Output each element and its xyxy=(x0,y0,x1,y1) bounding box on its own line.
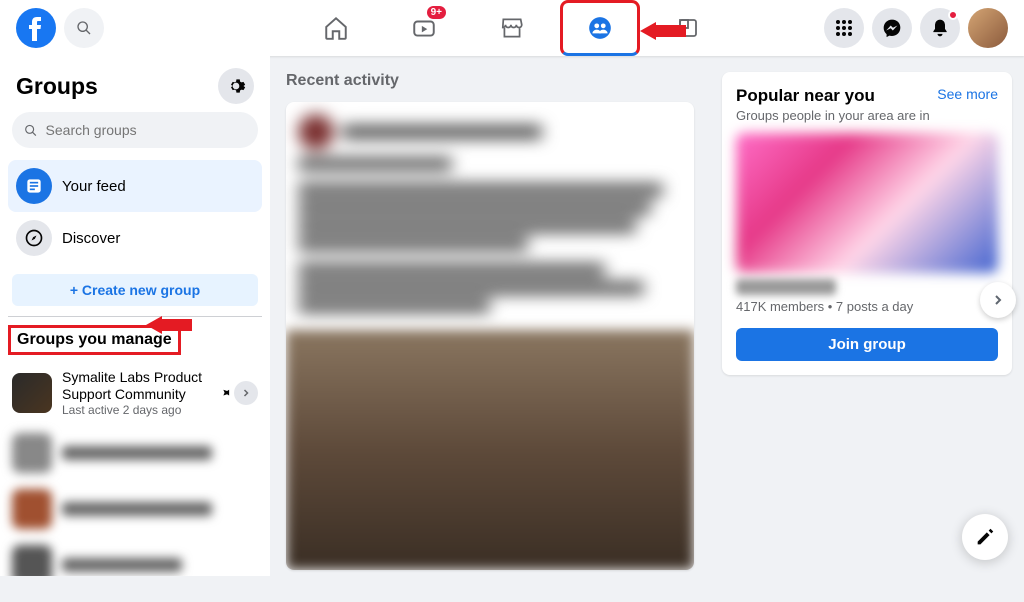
manage-section-label: Groups you manage xyxy=(8,325,181,355)
feed-label: Your feed xyxy=(62,178,126,195)
compose-fab[interactable] xyxy=(962,514,1008,560)
sidebar-search-input[interactable] xyxy=(46,122,246,138)
discover-label: Discover xyxy=(62,230,120,247)
managed-group-item[interactable]: Symalite Labs Product Support Community … xyxy=(8,361,262,425)
search-icon xyxy=(24,123,38,138)
sidebar-search[interactable] xyxy=(12,112,258,148)
grid-icon xyxy=(835,19,853,37)
group-meta: Last active 2 days ago xyxy=(62,403,218,417)
join-group-button[interactable]: Join group xyxy=(736,328,998,361)
nav-marketplace[interactable] xyxy=(472,0,552,56)
group-name: Symalite Labs Product Support Community xyxy=(62,369,218,403)
header-actions xyxy=(824,8,1008,48)
bell-icon xyxy=(930,18,950,38)
discover-icon xyxy=(16,220,52,256)
blurred-group-item xyxy=(8,425,262,481)
search-icon xyxy=(76,20,92,36)
post-image xyxy=(286,330,694,570)
sidebar-title: Groups xyxy=(16,73,98,100)
watch-badge: 9+ xyxy=(427,6,446,19)
nav-groups[interactable] xyxy=(560,0,640,56)
groups-icon xyxy=(587,15,613,41)
recent-activity-header: Recent activity xyxy=(286,72,694,90)
nav-watch[interactable]: 9+ xyxy=(384,0,464,56)
pin-icon[interactable] xyxy=(218,386,232,400)
nav-gaming[interactable] xyxy=(648,0,728,56)
carousel-next-button[interactable] xyxy=(980,282,1016,318)
nav-home[interactable] xyxy=(296,0,376,56)
sidebar-divider xyxy=(8,316,262,317)
settings-button[interactable] xyxy=(218,68,254,104)
gear-icon xyxy=(226,76,246,96)
blurred-group-item xyxy=(8,481,262,537)
profile-avatar[interactable] xyxy=(968,8,1008,48)
home-icon xyxy=(323,15,349,41)
suggested-group-meta: 417K members • 7 posts a day xyxy=(736,299,998,314)
top-header: 9+ xyxy=(0,0,1024,56)
sidebar-item-discover[interactable]: Discover xyxy=(8,212,262,264)
group-thumbnail xyxy=(12,373,52,413)
popular-subtitle: Groups people in your area are in xyxy=(736,108,998,123)
global-search-button[interactable] xyxy=(64,8,104,48)
popular-title: Popular near you xyxy=(736,86,875,106)
feed-icon xyxy=(16,168,52,204)
main-feed: Recent activity xyxy=(270,56,710,602)
nav-tabs: 9+ xyxy=(296,0,728,56)
menu-button[interactable] xyxy=(824,8,864,48)
facebook-logo[interactable] xyxy=(16,8,56,48)
group-actions xyxy=(218,381,258,405)
popular-card: Popular near you See more Groups people … xyxy=(722,72,1012,375)
feed-post[interactable] xyxy=(286,102,694,570)
chevron-right-icon xyxy=(240,387,252,399)
messenger-button[interactable] xyxy=(872,8,912,48)
marketplace-icon xyxy=(499,15,525,41)
group-info: Symalite Labs Product Support Community … xyxy=(62,369,218,417)
group-chevron-button[interactable] xyxy=(234,381,258,405)
chevron-right-icon xyxy=(990,292,1006,308)
edit-icon xyxy=(974,526,996,548)
suggested-group-image[interactable] xyxy=(736,133,998,273)
sidebar-header: Groups xyxy=(8,68,262,112)
gaming-icon xyxy=(676,16,700,40)
notification-dot xyxy=(948,10,958,20)
right-rail: Popular near you See more Groups people … xyxy=(722,56,1012,375)
notifications-button[interactable] xyxy=(920,8,960,48)
see-more-link[interactable]: See more xyxy=(937,86,998,102)
sidebar: Groups Your feed Discover + Create new g… xyxy=(0,56,270,576)
messenger-icon xyxy=(882,18,902,38)
blurred-group-item xyxy=(8,537,262,576)
create-group-button[interactable]: + Create new group xyxy=(12,274,258,306)
sidebar-item-feed[interactable]: Your feed xyxy=(8,160,262,212)
suggested-group-name-blur xyxy=(736,279,836,295)
manage-section-header: Groups you manage xyxy=(8,325,262,355)
